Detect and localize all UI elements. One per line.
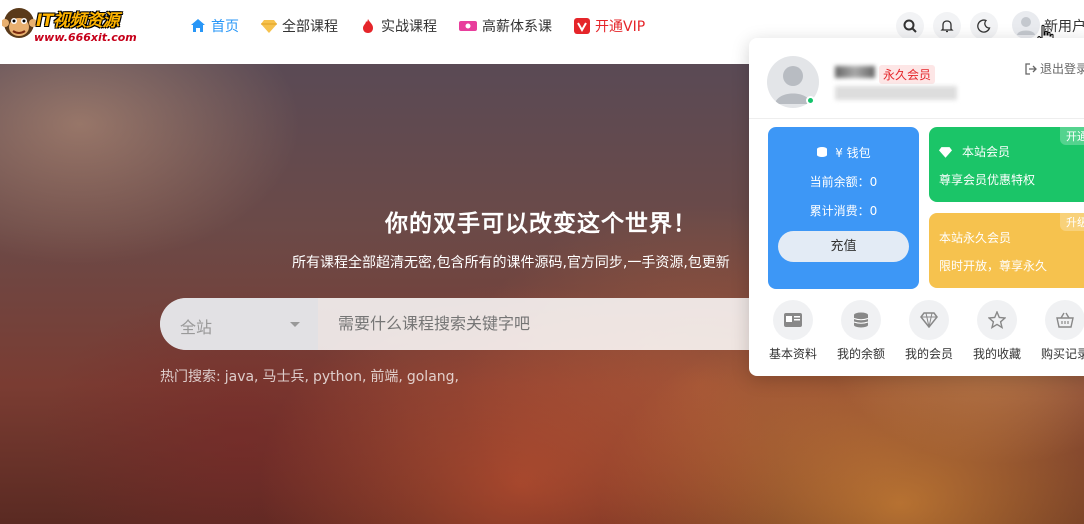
vip-card-title: 本站永久会员 (939, 231, 1012, 245)
moon-icon (977, 19, 991, 33)
hot-searches: 热门搜索: java, 马士兵, python, 前端, golang, (160, 366, 463, 386)
logout-link[interactable]: 退出登录 (1025, 60, 1084, 77)
fire-icon (363, 19, 373, 33)
logout-label: 退出登录 (1040, 62, 1084, 76)
shortcut-balance[interactable]: 我的余额 (831, 300, 891, 362)
shortcut-label: 我的余额 (836, 347, 885, 361)
user-shortcuts: 基本资料 我的余额 我的会员 我的收藏 购买记录 (768, 300, 1084, 362)
basket-icon (1056, 312, 1074, 328)
search-scope-select[interactable]: 全站 (160, 298, 318, 350)
shortcut-label: 我的收藏 (972, 347, 1021, 361)
diamond-icon (261, 20, 277, 33)
header-actions (896, 12, 1007, 40)
ticket-icon (459, 21, 477, 31)
nav-vip-label: 开通VIP (595, 19, 646, 35)
wallet-title: ¥ 钱包 (768, 144, 919, 161)
logo-title: IT视频资源 (36, 11, 119, 31)
vip-upgrade-tag[interactable]: 升级 (1060, 213, 1084, 231)
vip-icon (574, 18, 590, 34)
shortcut-label: 我的会员 (904, 347, 953, 361)
recharge-button[interactable]: 充值 (778, 231, 909, 262)
vip-card-desc: 尊享会员优惠特权 (939, 173, 1036, 187)
diamond-icon (920, 312, 938, 328)
nav-practical-courses[interactable]: 实战课程 (360, 16, 437, 36)
user-id-blurred (835, 86, 957, 100)
hot-search-label: 热门搜索: (160, 369, 221, 385)
vip-card-title: 本站会员 (939, 143, 1010, 160)
logout-icon (1025, 62, 1037, 75)
home-icon (191, 19, 205, 32)
caret-down-icon (290, 322, 300, 327)
nav-all-courses[interactable]: 全部课程 (261, 16, 338, 36)
coins-icon (853, 312, 869, 328)
nav-salary-system[interactable]: 高薪体系课 (459, 16, 552, 36)
hero-title: 你的双手可以改变这个世界！ (385, 211, 697, 237)
shortcut-label: 基本资料 (768, 347, 817, 361)
notification-button[interactable] (933, 12, 961, 40)
wallet-spent: 累计消费：0 (809, 204, 878, 218)
hero-subtitle: 所有课程全部超清无密,包含所有的课件源码,官方同步,一手资源,包更新 (292, 255, 730, 271)
search-icon (903, 19, 917, 33)
hot-search-term[interactable]: 前端, (370, 369, 402, 385)
main-nav: 首页 全部课程 实战课程 高薪体系课 开通VIP (190, 16, 667, 36)
diamond-icon (939, 146, 952, 158)
search-button[interactable] (896, 12, 924, 40)
site-logo[interactable]: IT视频资源 www.666xit.com (2, 4, 137, 46)
dark-mode-button[interactable] (970, 12, 998, 40)
shortcut-favorites[interactable]: 我的收藏 (967, 300, 1027, 362)
nav-salary-label: 高薪体系课 (482, 19, 552, 35)
nav-home[interactable]: 首页 (190, 16, 239, 36)
hot-search-term[interactable]: golang, (407, 369, 459, 385)
id-card-icon (784, 313, 802, 327)
wallet-balance: 当前余额：0 (809, 175, 878, 189)
nav-open-vip[interactable]: 开通VIP (574, 16, 645, 36)
member-badge: 永久会员 (879, 65, 936, 84)
hot-search-term[interactable]: 马士兵, (263, 369, 309, 385)
nav-home-label: 首页 (211, 19, 239, 35)
nav-all-courses-label: 全部课程 (282, 19, 338, 35)
search-bar: 全站 (160, 298, 780, 350)
search-scope-label: 全站 (180, 318, 213, 337)
vip-card-desc: 限时开放，尊享永久 (939, 259, 1048, 273)
star-icon (988, 311, 1006, 329)
vip-open-tag[interactable]: 开通 (1060, 127, 1084, 145)
user-dropdown-panel: 永久会员 退出登录 ¥ 钱包 当前余额：0 累计消费：0 充值 本站会员 尊享会… (749, 38, 1084, 376)
nav-practical-label: 实战课程 (381, 19, 437, 35)
vip-card-lifetime[interactable]: 本站永久会员 限时开放，尊享永久 升级 (929, 213, 1084, 288)
divider (749, 118, 1084, 119)
vip-card-member[interactable]: 本站会员 尊享会员优惠特权 开通 (929, 127, 1084, 202)
shortcut-profile[interactable]: 基本资料 (763, 300, 823, 362)
monkey-logo-icon (2, 8, 36, 38)
logo-url: www.666xit.com (34, 31, 137, 44)
shortcut-purchases[interactable]: 购买记录 (1035, 300, 1084, 362)
username-blurred (835, 66, 875, 78)
search-input[interactable] (338, 314, 738, 333)
online-status-dot (806, 96, 815, 105)
hot-search-term[interactable]: python, (313, 369, 366, 385)
wallet-card: ¥ 钱包 当前余额：0 累计消费：0 充值 (768, 127, 919, 289)
hot-search-term[interactable]: java, (225, 369, 259, 385)
coins-icon (817, 147, 828, 157)
shortcut-label: 购买记录 (1040, 347, 1084, 361)
bell-icon (940, 20, 954, 33)
shortcut-membership[interactable]: 我的会员 (899, 300, 959, 362)
